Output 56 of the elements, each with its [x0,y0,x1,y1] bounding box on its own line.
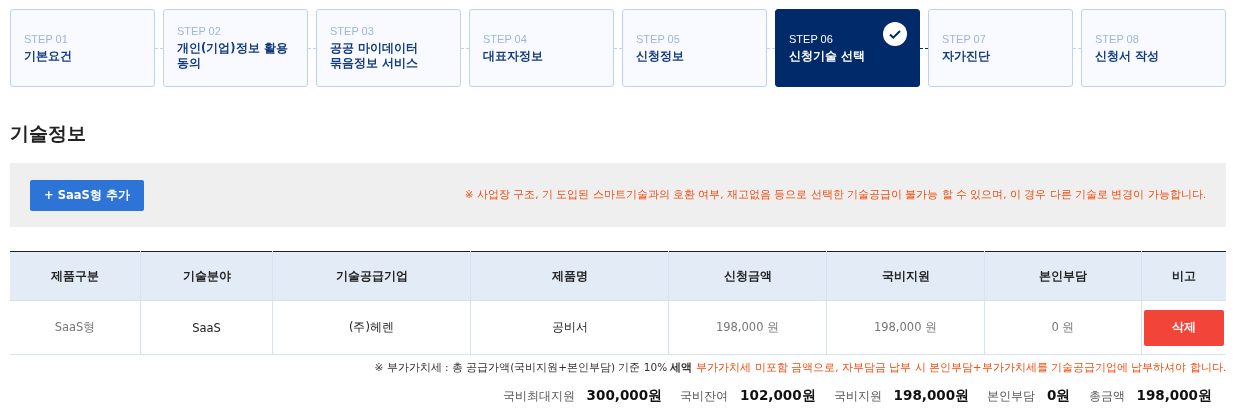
step-label: 신청서 작성 [1095,48,1160,64]
table-cell: 0 원 [984,300,1142,355]
summary-value: 300,000원 [586,387,663,405]
column-header: 제품명 [470,251,669,301]
column-header: 국비지원 [826,251,985,301]
section-title: 기술정보 [10,121,87,146]
step-label: 대표자정보 [483,48,544,64]
table-cell: 198,000 원 [826,300,985,355]
step-number: STEP 03 [330,25,374,38]
table-cell: SaaS형 [10,300,141,355]
step-card[interactable]: STEP 01 기본요건 [10,9,155,87]
summary-value: 198,000원 [893,387,970,405]
add-saas-button[interactable]: + SaaS형 추가 [30,179,144,211]
column-header: 기술분야 [140,251,273,301]
step-number: STEP 07 [942,32,986,45]
table-cell: 198,000 원 [668,300,827,355]
check-icon [883,22,907,46]
column-header: 본인부담 [984,251,1142,301]
summary-label: 국비지원 [833,388,882,405]
step-number: STEP 02 [177,25,221,38]
step-card[interactable]: STEP 03 공공 마이데이터 묶음정보 서비스 [316,9,461,87]
column-header: 신청금액 [668,251,827,301]
column-header: 기술공급기업 [272,251,471,301]
table-cell: 공비서 [470,300,669,355]
step-label: 기본요건 [24,48,73,64]
step-label: 개인(기업)정보 활용동의 [177,41,289,71]
step-number: STEP 05 [636,32,680,45]
step-card[interactable]: STEP 06 신청기술 선택 [775,9,920,87]
step-card[interactable]: STEP 05 신청정보 [622,9,767,87]
step-label: 신청정보 [636,48,685,64]
summary-label: 국비잔여 [680,388,729,405]
summary-value: 0원 [1047,387,1071,405]
step-number: STEP 06 [789,32,833,45]
step-label: 공공 마이데이터 묶음정보 서비스 [330,41,419,71]
step-number: STEP 08 [1095,32,1139,45]
step-card[interactable]: STEP 04 대표자정보 [469,9,614,87]
summary-label: 본인부담 [987,388,1036,405]
step-card[interactable]: STEP 08 신청서 작성 [1081,9,1226,87]
step-card[interactable]: STEP 02 개인(기업)정보 활용동의 [163,9,308,87]
summary-label: 총금액 [1088,388,1125,405]
vat-warning: 부가가치세 미포함 금액으로, 자부담금 납부 시 본인부담+부가가치세를 기술공급기업에 납부하셔야 합니다. [696,361,1226,375]
summary-value: 102,000원 [740,387,816,405]
step-number: STEP 04 [483,32,527,45]
step-card[interactable]: STEP 07 자가진단 [928,9,1073,87]
step-number: STEP 01 [24,32,68,45]
step-label: 자가진단 [942,48,991,64]
summary-value: 198,000원 [1136,387,1212,405]
summary-label: 국비최대지원 [502,388,575,405]
step-label: 신청기술 선택 [789,48,866,64]
table-cell: SaaS [140,300,273,355]
delete-button[interactable]: 삭제 [1144,309,1224,346]
column-header: 비고 [1141,251,1226,301]
notice-text: ※ 사업장 구조, 기 도입된 스마트기술과의 호환 여부, 재고없음 등으로 선택한 기술공급이 불가능 할 수 있으며, 이 경우 다른 기술로 변경이 가능합니다. [464,188,1206,202]
column-header: 제품구분 [10,251,141,301]
vat-note: ※ 부가가치세 : 총 공급가액(국비지원+본인부담) 기준 10% 세액 [374,361,693,375]
table-cell: (주)헤렌 [272,300,471,355]
